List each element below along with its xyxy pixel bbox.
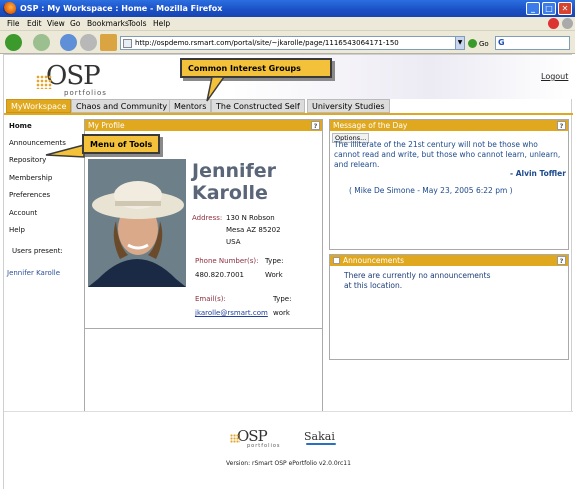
menu-view[interactable]: View <box>47 19 65 28</box>
menu-go[interactable]: Go <box>70 19 80 28</box>
profile-portlet: My Profile ? Jennifer Karolle Address: 1… <box>84 119 323 415</box>
phone-type: Work <box>265 271 283 279</box>
footer-osp-logo: OSP portfolios <box>230 427 280 449</box>
address-dropdown-icon[interactable]: ▼ <box>455 36 465 50</box>
tab-underline <box>4 113 573 115</box>
tab-university-studies[interactable]: University Studies <box>307 99 390 113</box>
web-page: OSP portfolios Logout MyWorkspace Chaos … <box>3 54 573 490</box>
motd-help-icon[interactable]: ? <box>557 121 566 130</box>
minimize-button[interactable]: _ <box>526 2 540 15</box>
phone-label: Phone Number(s): <box>195 257 259 265</box>
throbber-icon <box>562 18 573 29</box>
motd-credit: ( Mike De Simone - May 23, 2005 6:22 pm … <box>349 186 513 195</box>
phone-type-label: Type: <box>265 257 284 265</box>
announcements-icon <box>333 257 340 264</box>
logout-link[interactable]: Logout <box>541 72 568 81</box>
stop-loading-icon[interactable] <box>548 18 559 29</box>
version-text: Version: rSmart OSP ePortfolio v2.0.0rc1… <box>226 460 351 467</box>
email-type-label: Type: <box>273 295 292 303</box>
search-input[interactable]: G <box>495 36 570 50</box>
motd-author: - Alvin Toffler <box>510 169 566 178</box>
profile-title: My Profile <box>85 120 322 131</box>
email-type: work <box>273 309 290 317</box>
address-line-1: 130 N Robson <box>226 214 275 222</box>
maximize-button[interactable]: □ <box>542 2 556 15</box>
sakai-swoosh-icon <box>306 443 336 445</box>
page-footer: OSP portfolios Sakai Version: rSmart OSP… <box>4 411 573 490</box>
motd-portlet: Message of the Day ? Options... The illi… <box>329 119 569 250</box>
profile-last-name: Karolle <box>192 182 268 204</box>
announcements-message: There are currently no announcements at … <box>344 271 491 290</box>
menu-tools[interactable]: Tools <box>128 19 146 28</box>
profile-first-name: Jennifer <box>192 160 277 182</box>
stop-icon[interactable] <box>80 34 97 51</box>
email-label: Email(s): <box>195 295 226 303</box>
email-link[interactable]: jkarolle@rsmart.com <box>195 309 268 317</box>
address-bar[interactable]: http://ospdemo.rsmart.com/portal/site/~j… <box>120 36 465 50</box>
address-url: http://ospdemo.rsmart.com/portal/site/~j… <box>135 39 399 47</box>
osp-logo: OSP portfolios <box>36 61 106 97</box>
tool-home[interactable]: Home <box>9 122 32 130</box>
sakai-logo: Sakai <box>304 430 336 445</box>
tool-account[interactable]: Account <box>9 209 37 217</box>
firefox-icon <box>3 2 16 15</box>
profile-help-icon[interactable]: ? <box>311 121 320 130</box>
go-button[interactable]: Go <box>468 36 494 50</box>
tool-membership[interactable]: Membership <box>9 174 52 182</box>
tool-preferences[interactable]: Preferences <box>9 191 50 199</box>
navigation-toolbar: http://ospdemo.rsmart.com/portal/site/~j… <box>0 31 575 54</box>
menu-edit[interactable]: Edit <box>27 19 42 28</box>
present-user[interactable]: Jennifer Karolle <box>7 269 60 277</box>
motd-quote: The illiterate of the 21st century will … <box>334 140 561 169</box>
address-label: Address: <box>192 214 223 222</box>
announcements-help-icon[interactable]: ? <box>557 256 566 265</box>
back-arrow-icon[interactable] <box>5 34 22 51</box>
portrait-image <box>88 159 186 287</box>
reload-icon[interactable] <box>60 34 77 51</box>
forward-arrow-icon[interactable] <box>33 34 50 51</box>
footer-logo-dots-icon <box>230 434 240 443</box>
callout-menu-of-tools: Menu of Tools <box>82 134 160 154</box>
window-title: OSP : My Workspace : Home - Mozilla Fire… <box>20 4 223 13</box>
menu-file[interactable]: File <box>7 19 20 28</box>
go-icon <box>468 39 477 48</box>
tool-repository[interactable]: Repository <box>9 156 46 164</box>
window-titlebar: OSP : My Workspace : Home - Mozilla Fire… <box>0 0 575 17</box>
motd-title: Message of the Day <box>330 120 568 131</box>
menu-bar: File Edit View Go Bookmarks Tools Help <box>0 17 575 31</box>
announcements-title: Announcements <box>330 255 568 266</box>
callout-groups-pointer <box>206 77 225 102</box>
tool-help[interactable]: Help <box>9 226 25 234</box>
profile-divider <box>85 328 322 329</box>
logo-dots-icon <box>36 75 52 89</box>
google-icon: G <box>498 38 505 47</box>
callout-common-interest-groups: Common Interest Groups <box>180 58 332 78</box>
menu-help[interactable]: Help <box>153 19 170 28</box>
profile-photo <box>88 159 186 287</box>
tab-myworkspace[interactable]: MyWorkspace <box>6 99 72 113</box>
address-line-2: Mesa AZ 85202 <box>226 226 281 234</box>
menu-bookmarks[interactable]: Bookmarks <box>87 19 129 28</box>
page-icon <box>123 39 132 48</box>
close-button[interactable]: ✕ <box>558 2 572 15</box>
phone-number: 480.820.7001 <box>195 271 244 279</box>
users-present-label: Users present: <box>12 247 63 255</box>
tab-chaos-and-community[interactable]: Chaos and Community <box>71 99 173 113</box>
home-icon[interactable] <box>100 34 117 51</box>
address-line-3: USA <box>226 238 241 246</box>
announcements-portlet: Announcements ? There are currently no a… <box>329 254 569 360</box>
